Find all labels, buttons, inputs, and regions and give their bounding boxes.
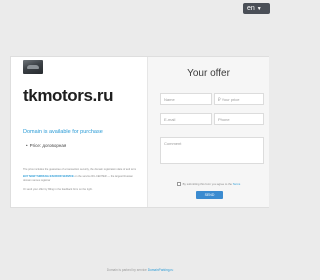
language-label: en bbox=[247, 5, 255, 12]
consent-text: By submitting this form you agree to the bbox=[182, 182, 232, 186]
buy-now-link[interactable]: BUY NOW THROUGH ESCROW SERVICE bbox=[23, 175, 74, 178]
name-field[interactable]: Name bbox=[160, 93, 212, 105]
footer-text: Domain is parked by service bbox=[106, 268, 147, 272]
price-label: Price: договорная bbox=[29, 143, 67, 148]
footer: Domain is parked by service DomainParkin… bbox=[0, 268, 280, 272]
chevron-down-icon: ▼ bbox=[256, 6, 262, 12]
footer-link[interactable]: DomainParking.ru bbox=[148, 268, 174, 272]
domain-title: tkmotors.ru bbox=[23, 86, 114, 105]
send-button[interactable]: SEND bbox=[196, 191, 223, 199]
terms-link[interactable]: Terms bbox=[233, 182, 241, 186]
domain-sale-card: tkmotors.ru Domain is available for purc… bbox=[10, 56, 269, 208]
offer-title: Your offer bbox=[187, 68, 230, 79]
comment-field[interactable]: Comment bbox=[160, 137, 264, 164]
email-field[interactable]: E-mail bbox=[160, 113, 212, 125]
domain-info-panel: tkmotors.ru Domain is available for purc… bbox=[11, 57, 146, 207]
fine-print: The price includes the guarantee of a tr… bbox=[23, 168, 137, 171]
offer-form-panel: Your offer Name ₽ Your price E-mail Phon… bbox=[147, 57, 269, 207]
consent-row: By submitting this form you agree to the… bbox=[148, 182, 269, 187]
price-field[interactable]: ₽ Your price bbox=[214, 93, 264, 105]
price-line: • Price: договорная bbox=[26, 143, 66, 148]
language-selector[interactable]: en ▼ bbox=[243, 3, 270, 14]
availability-text: Domain is available for purchase bbox=[23, 129, 103, 135]
contact-note: Or send your offer by filling in the fee… bbox=[23, 188, 93, 191]
escrow-line: BUY NOW THROUGH ESCROW SERVICE on the se… bbox=[23, 175, 141, 182]
phone-field[interactable]: Phone bbox=[214, 113, 264, 125]
car-logo-image bbox=[23, 60, 43, 74]
bullet-icon: • bbox=[26, 143, 28, 148]
consent-checkbox[interactable] bbox=[176, 182, 181, 187]
